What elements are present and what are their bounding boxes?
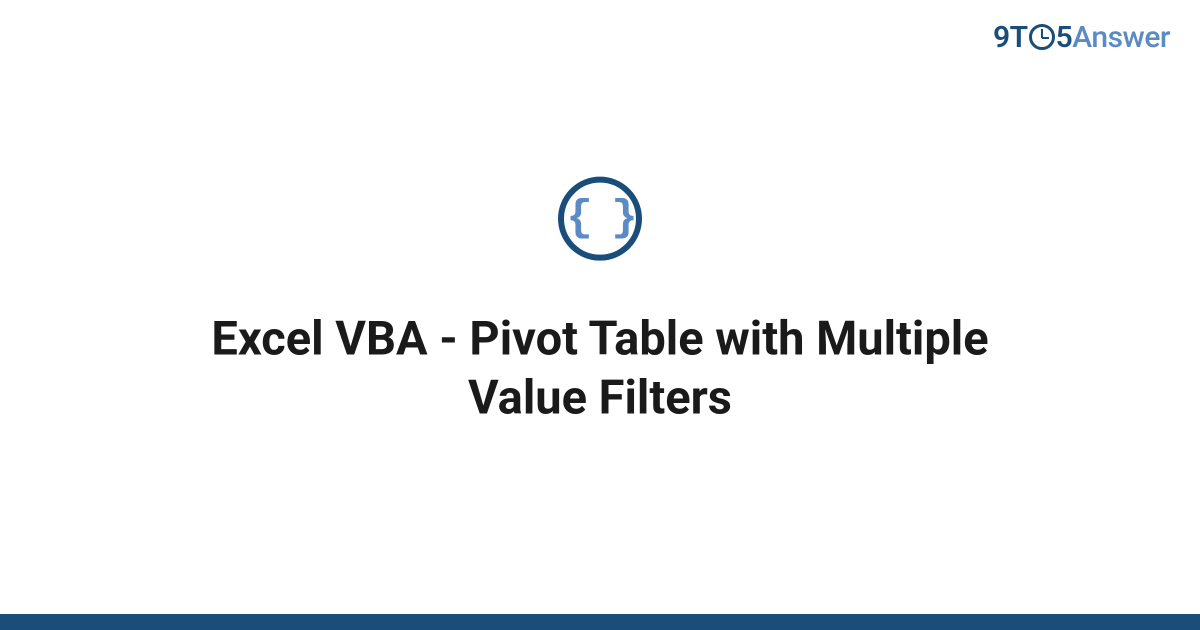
page-title: Excel VBA - Pivot Table with Multiple Va… (150, 311, 1050, 429)
brand-text-answer: Answer (1072, 20, 1170, 55)
braces-icon: { } (566, 197, 633, 241)
brand-text-5: 5 (1056, 20, 1073, 55)
clock-icon (1029, 24, 1055, 50)
main-content: { } Excel VBA - Pivot Table with Multipl… (0, 177, 1200, 428)
brand-text-9t: 9T (993, 20, 1028, 55)
brand-logo: 9T 5Answer (993, 20, 1170, 55)
code-icon: { } (558, 177, 642, 261)
footer-bar (0, 614, 1200, 630)
